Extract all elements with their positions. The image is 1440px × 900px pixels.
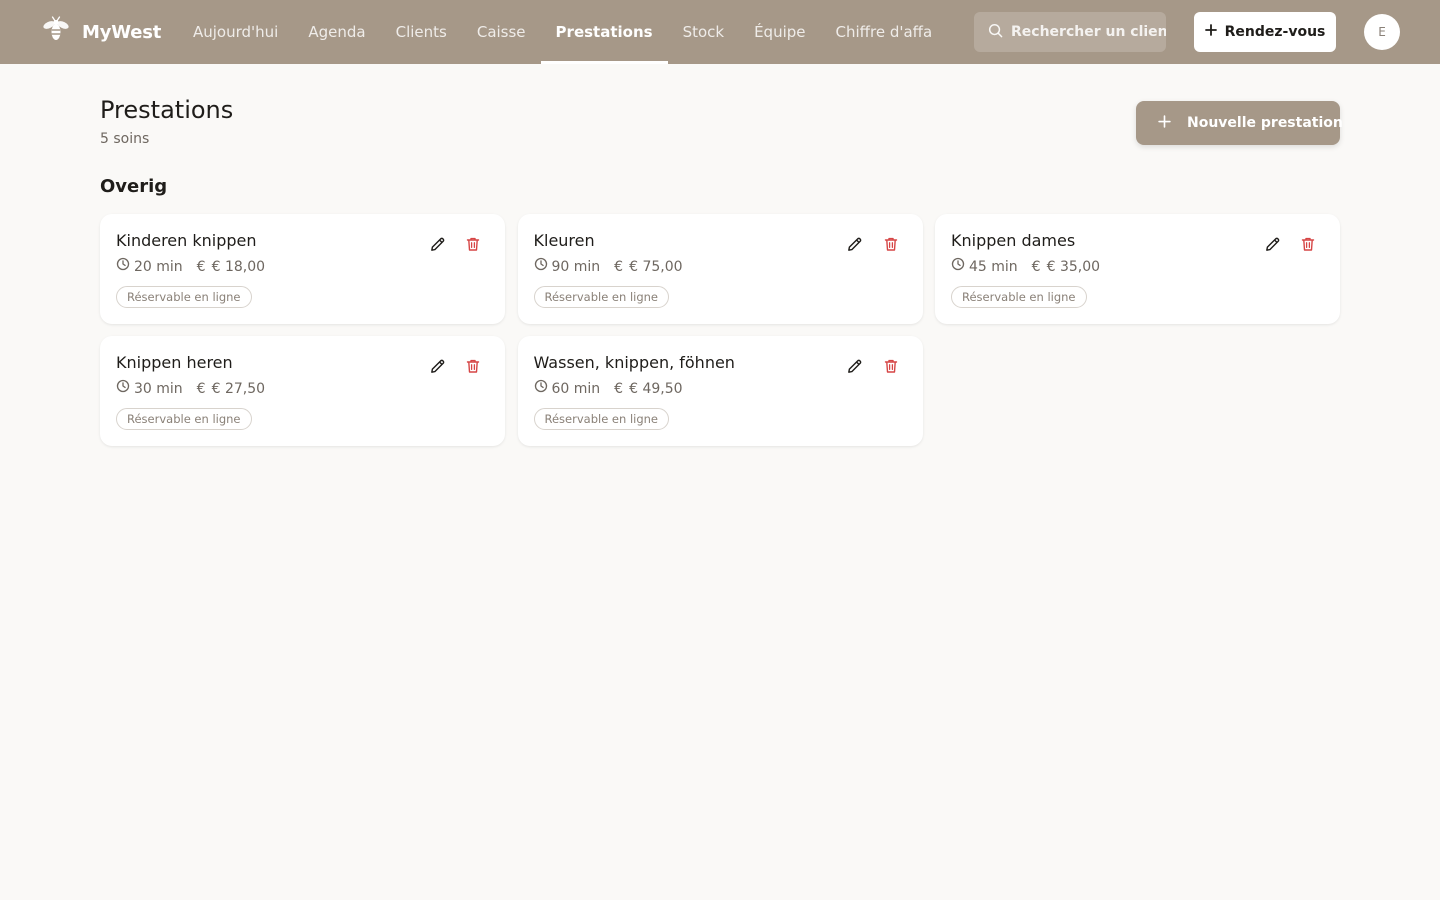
- service-duration: 30 min: [116, 379, 183, 398]
- price-value: € 35,00: [1046, 258, 1101, 275]
- euro-icon: €: [614, 258, 624, 275]
- app-name: MyWest: [82, 21, 162, 43]
- duration-value: 20 min: [134, 258, 183, 275]
- online-booking-badge: Réservable en ligne: [951, 286, 1087, 308]
- online-booking-badge: Réservable en ligne: [533, 286, 669, 308]
- price-value: € 27,50: [211, 380, 266, 397]
- service-price: € € 75,00: [614, 258, 682, 276]
- euro-icon: €: [614, 380, 624, 397]
- clock-icon: [534, 257, 548, 276]
- service-duration: 60 min: [534, 379, 601, 398]
- service-card: Kleuren 90 min € € 75,00 Réservable en l…: [517, 214, 923, 324]
- delete-service-button[interactable]: [879, 356, 903, 380]
- plus-icon: [1204, 24, 1217, 40]
- clock-icon: [951, 257, 965, 276]
- page-title: Prestations: [100, 96, 234, 124]
- euro-icon: €: [1031, 258, 1041, 275]
- trash-icon: [883, 236, 899, 256]
- service-grid: Kinderen knippen 20 min € € 18,00 Réserv…: [100, 214, 1340, 446]
- duration-value: 90 min: [551, 258, 601, 275]
- top-navigation-bar: MyWest Aujourd'hui Agenda Clients Caisse…: [0, 0, 1440, 64]
- trash-icon: [883, 358, 899, 378]
- service-card: Wassen, knippen, föhnen 60 min € € 49,50…: [517, 336, 923, 446]
- new-service-label: Nouvelle prestation: [1187, 115, 1343, 131]
- euro-icon: €: [196, 258, 206, 275]
- service-duration: 20 min: [116, 257, 183, 276]
- trash-icon: [465, 358, 481, 378]
- service-meta: 90 min € € 75,00: [534, 257, 907, 276]
- pencil-icon: [429, 358, 446, 379]
- nav-item-clients[interactable]: Clients: [381, 0, 462, 64]
- user-avatar[interactable]: E: [1364, 14, 1400, 50]
- service-card: Knippen heren 30 min € € 27,50 Réservabl…: [100, 336, 505, 446]
- new-appointment-label: Rendez-vous: [1224, 24, 1326, 40]
- service-meta: 30 min € € 27,50: [116, 379, 489, 398]
- duration-value: 45 min: [969, 258, 1018, 275]
- edit-service-button[interactable]: [843, 234, 867, 258]
- pencil-icon: [846, 358, 863, 379]
- delete-service-button[interactable]: [879, 234, 903, 258]
- service-meta: 45 min € € 35,00: [951, 257, 1324, 276]
- service-card: Knippen dames 45 min € € 35,00 Réservabl…: [935, 214, 1340, 324]
- trash-icon: [1300, 236, 1316, 256]
- section-title: Overig: [100, 176, 168, 197]
- nav-item-caisse[interactable]: Caisse: [462, 0, 541, 64]
- service-meta: 60 min € € 49,50: [534, 379, 907, 398]
- clock-icon: [534, 379, 548, 398]
- new-appointment-button[interactable]: Rendez-vous: [1194, 12, 1336, 52]
- service-meta: 20 min € € 18,00: [116, 257, 489, 276]
- nav-item-agenda[interactable]: Agenda: [293, 0, 380, 64]
- pencil-icon: [846, 236, 863, 257]
- online-booking-badge: Réservable en ligne: [533, 408, 669, 430]
- trash-icon: [465, 236, 481, 256]
- service-price: € € 49,50: [614, 380, 682, 398]
- edit-service-button[interactable]: [425, 234, 449, 258]
- nav-item-stock[interactable]: Stock: [668, 0, 740, 64]
- service-price: € € 18,00: [197, 258, 265, 276]
- search-icon: [988, 23, 1003, 42]
- duration-value: 60 min: [551, 380, 601, 397]
- service-duration: 45 min: [951, 257, 1018, 276]
- price-value: € 75,00: [629, 258, 683, 275]
- app-logo[interactable]: MyWest: [40, 0, 161, 64]
- page-subtitle: 5 soins: [100, 131, 150, 147]
- edit-service-button[interactable]: [425, 356, 449, 380]
- service-card: Kinderen knippen 20 min € € 18,00 Réserv…: [100, 214, 505, 324]
- service-price: € € 35,00: [1032, 258, 1100, 276]
- price-value: € 18,00: [211, 258, 266, 275]
- bee-icon: [40, 14, 72, 50]
- service-price: € € 27,50: [197, 380, 265, 398]
- online-booking-badge: Réservable en ligne: [116, 286, 252, 308]
- edit-service-button[interactable]: [843, 356, 867, 380]
- pencil-icon: [429, 236, 446, 257]
- edit-service-button[interactable]: [1260, 234, 1284, 258]
- delete-service-button[interactable]: [1296, 234, 1320, 258]
- service-duration: 90 min: [534, 257, 601, 276]
- nav-item-equipe[interactable]: Équipe: [739, 0, 820, 64]
- new-service-button[interactable]: Nouvelle prestation: [1136, 101, 1343, 145]
- clock-icon: [116, 379, 130, 398]
- delete-service-button[interactable]: [461, 234, 485, 258]
- clock-icon: [116, 257, 130, 276]
- delete-service-button[interactable]: [461, 356, 485, 380]
- client-search-input[interactable]: Rechercher un client: [974, 12, 1166, 52]
- duration-value: 30 min: [134, 380, 183, 397]
- online-booking-badge: Réservable en ligne: [116, 408, 252, 430]
- nav-item-aujourdhui[interactable]: Aujourd'hui: [178, 0, 293, 64]
- search-placeholder: Rechercher un client: [1011, 24, 1166, 40]
- price-value: € 49,50: [629, 380, 683, 397]
- pencil-icon: [1264, 236, 1281, 257]
- euro-icon: €: [196, 380, 206, 397]
- nav-item-chiffre-affaires[interactable]: Chiffre d'affaires: [821, 0, 933, 64]
- main-nav: Aujourd'hui Agenda Clients Caisse Presta…: [178, 0, 933, 64]
- plus-icon: [1158, 114, 1171, 132]
- nav-item-prestations[interactable]: Prestations: [540, 0, 668, 64]
